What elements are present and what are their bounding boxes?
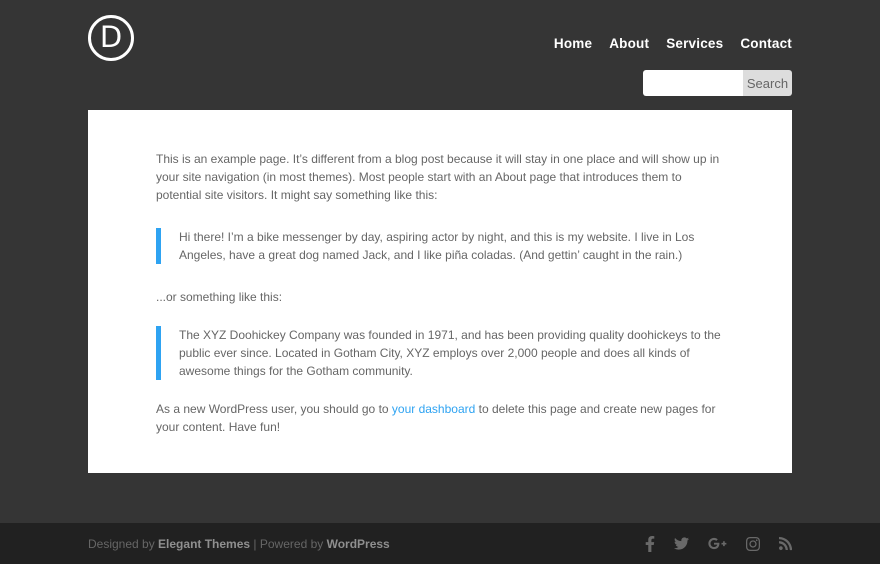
- credits-separator: |: [250, 537, 260, 551]
- search-input[interactable]: [643, 70, 743, 96]
- search-bar: Search: [643, 70, 792, 96]
- site-header: D Home About Services Contact Search: [0, 0, 880, 110]
- dashboard-paragraph: As a new WordPress user, you should go t…: [156, 400, 724, 436]
- twitter-icon[interactable]: [674, 536, 689, 551]
- credits-powered-by: Powered by: [260, 537, 327, 551]
- or-something-paragraph: ...or something like this:: [156, 288, 724, 306]
- elegant-themes-link[interactable]: Elegant Themes: [158, 537, 250, 551]
- logo-letter-d: D: [100, 23, 122, 54]
- wordpress-link[interactable]: WordPress: [327, 537, 390, 551]
- nav-item-services[interactable]: Services: [666, 36, 723, 51]
- blockquote-bike-messenger-text: Hi there! I’m a bike messenger by day, a…: [179, 228, 724, 264]
- nav-item-about[interactable]: About: [609, 36, 649, 51]
- google-plus-icon[interactable]: [708, 536, 727, 551]
- social-links: [645, 536, 792, 552]
- blockquote-bike-messenger: Hi there! I’m a bike messenger by day, a…: [156, 228, 724, 264]
- site-logo[interactable]: D: [88, 15, 134, 61]
- rss-icon[interactable]: [779, 536, 792, 551]
- facebook-icon[interactable]: [645, 536, 655, 552]
- main-nav: Home About Services Contact: [554, 36, 792, 51]
- blockquote-xyz-company: The XYZ Doohickey Company was founded in…: [156, 326, 724, 380]
- search-button[interactable]: Search: [743, 70, 792, 96]
- footer-credits: Designed by Elegant Themes | Powered by …: [88, 537, 390, 551]
- credits-designed-by: Designed by: [88, 537, 158, 551]
- dashboard-text-before: As a new WordPress user, you should go t…: [156, 402, 392, 416]
- dashboard-link[interactable]: your dashboard: [392, 402, 475, 416]
- page-content: This is an example page. It’s different …: [88, 110, 792, 473]
- blockquote-xyz-company-text: The XYZ Doohickey Company was founded in…: [179, 326, 724, 380]
- nav-item-home[interactable]: Home: [554, 36, 592, 51]
- site-footer: Designed by Elegant Themes | Powered by …: [0, 523, 880, 564]
- nav-item-contact[interactable]: Contact: [740, 36, 792, 51]
- instagram-icon[interactable]: [746, 536, 760, 552]
- main-area: This is an example page. It’s different …: [0, 110, 880, 523]
- intro-paragraph: This is an example page. It’s different …: [156, 150, 724, 204]
- page: D Home About Services Contact Search Thi…: [0, 0, 880, 564]
